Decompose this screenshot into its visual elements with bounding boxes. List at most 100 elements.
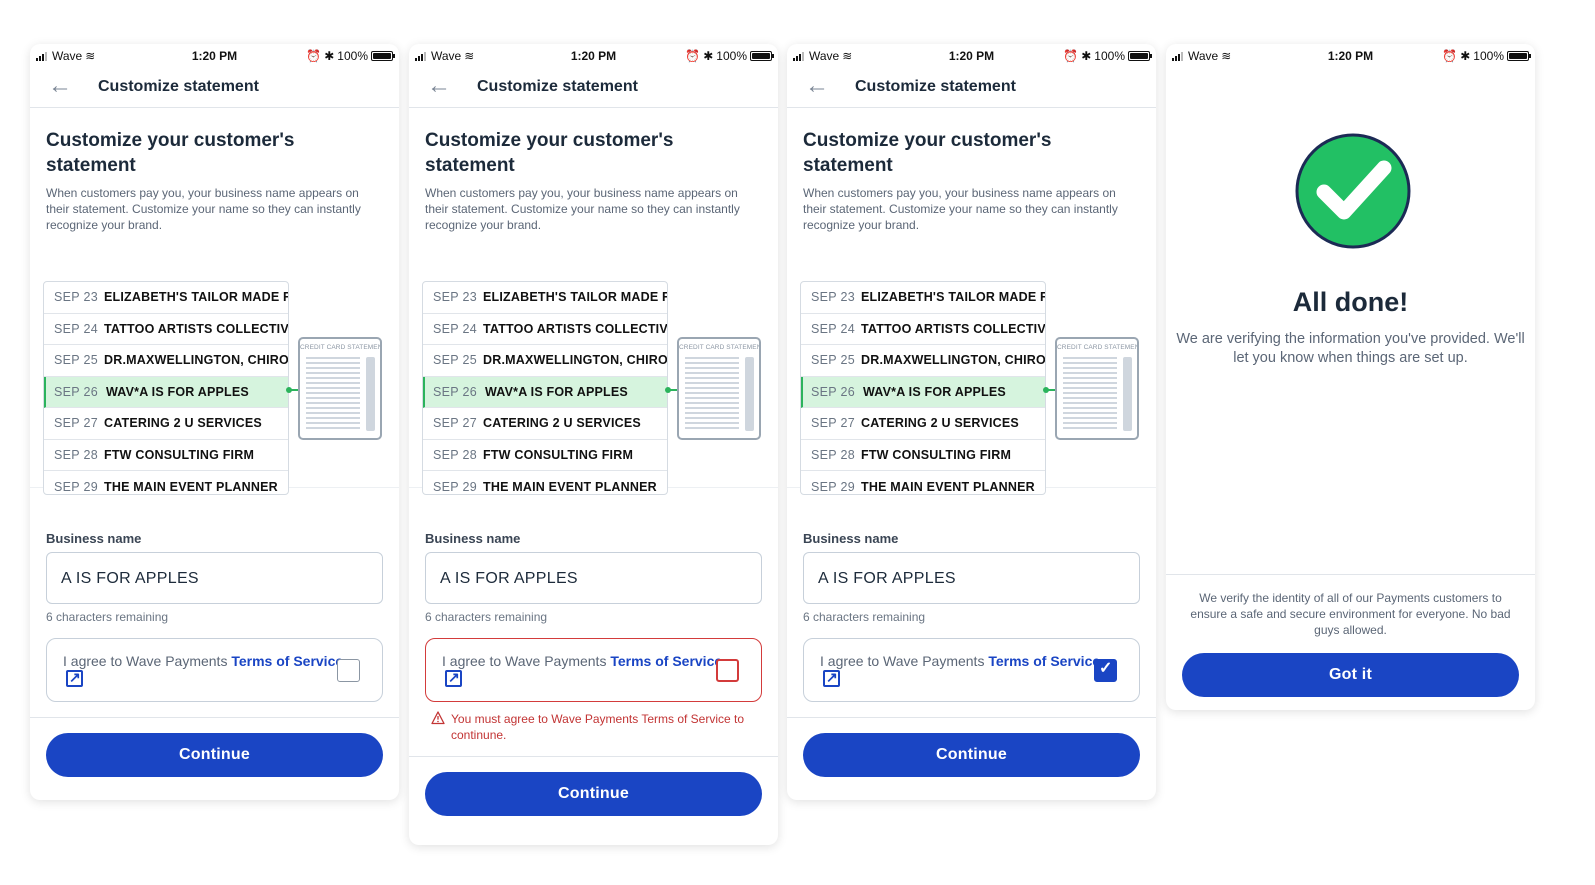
statement-row: SEP 24 TATTOO ARTISTS COLLECTIVE — [44, 314, 288, 345]
statement-list: SEP 23 ELIZABETH'S TAILOR MADE FA SEP 24 T… — [422, 281, 668, 495]
statement-row: SEP 29 THE MAIN EVENT PLANNER — [54, 479, 278, 494]
statement-row: SEP 24 TATTOO ARTISTS COLLECTIVE — [801, 314, 1045, 345]
status-bar: Wave ≋ 1:20 PM ⏰ ✱ 100% — [409, 44, 778, 68]
nav-title: Customize statement — [855, 78, 1016, 95]
terms-text: I agree to Wave Payments — [63, 653, 232, 669]
credit-card-statement-icon: CREDIT CARD STATEMENT — [677, 337, 761, 440]
nav-bar: ← Customize statement — [787, 68, 1156, 108]
bluetooth-icon: ✱ — [1081, 49, 1092, 63]
bluetooth-icon: ✱ — [324, 49, 335, 63]
statement-row: SEP 29 THE MAIN EVENT PLANNER — [811, 479, 1035, 494]
page-heading: Customize your customer's statement — [803, 130, 1052, 176]
battery-icon — [750, 51, 774, 61]
statement-row: SEP 27 CATERING 2 U SERVICES — [801, 408, 1045, 440]
nav-title: Customize statement — [477, 78, 638, 95]
credit-card-statement-icon: CREDIT CARD STATEMENT — [298, 337, 382, 440]
statement-row: SEP 23 ELIZABETH'S TAILOR MADE FA — [44, 282, 288, 314]
battery-label: 100% — [1094, 49, 1125, 63]
terms-error-message: You must agree to Wave Payments Terms of… — [425, 711, 762, 743]
terms-box: I agree to Wave Payments Terms of Servic… — [46, 638, 383, 702]
terms-text: I agree to Wave Payments — [442, 653, 611, 669]
card-label: CREDIT CARD STATEMENT — [679, 344, 759, 351]
status-bar: Wave ≋ 1:20 PM ⏰ ✱ 100% — [1166, 44, 1535, 68]
battery-icon — [1507, 51, 1531, 61]
bluetooth-icon: ✱ — [703, 49, 714, 63]
terms-box: I agree to Wave Payments Terms of Servic… — [803, 638, 1140, 702]
statement-row: SEP 27 CATERING 2 U SERVICES — [423, 408, 667, 440]
verification-note: We verify the identity of all of our Pay… — [1190, 591, 1511, 637]
error-text: You must agree to Wave Payments Terms of… — [451, 712, 745, 742]
alarm-icon: ⏰ — [1442, 49, 1458, 63]
status-bar: Wave ≋ 1:20 PM ⏰ ✱ 100% — [787, 44, 1156, 68]
statement-row: SEP 28 FTW CONSULTING FIRM — [423, 440, 667, 471]
statement-illustration: SEP 23 ELIZABETH'S TAILOR MADE FA SEP 24 T… — [787, 233, 1156, 495]
continue-button[interactable]: Continue — [425, 772, 762, 816]
statement-row: SEP 25 DR.MAXWELLINGTON, CHIRO — [423, 345, 667, 377]
business-name-label: Business name — [46, 531, 142, 546]
done-title: All done! — [1292, 287, 1409, 317]
battery-label: 100% — [1473, 49, 1504, 63]
statement-row: SEP 23 ELIZABETH'S TAILOR MADE FA — [423, 282, 667, 314]
external-link-icon[interactable] — [66, 668, 83, 687]
business-name-label: Business name — [425, 531, 521, 546]
statement-row: SEP 27 CATERING 2 U SERVICES — [44, 408, 288, 440]
terms-link[interactable]: Terms of Service. — [231, 653, 347, 669]
external-link-icon[interactable] — [823, 668, 840, 687]
back-arrow-icon[interactable]: ← — [427, 74, 451, 98]
screen-customize-default: Wave ≋ 1:20 PM ⏰ ✱ 100% ← Customize stateme… — [30, 44, 399, 800]
terms-checkbox[interactable] — [716, 659, 739, 682]
statement-row: SEP 25 DR.MAXWELLINGTON, CHIRO — [801, 345, 1045, 377]
card-label: CREDIT CARD STATEMENT — [300, 344, 380, 351]
page-description: When customers pay you, your business na… — [425, 186, 740, 232]
page-description: When customers pay you, your business na… — [803, 186, 1118, 232]
alarm-icon: ⏰ — [1063, 49, 1079, 63]
screen-customize-checked: Wave ≋ 1:20 PM ⏰ ✱ 100% ← Customize stateme… — [787, 44, 1156, 800]
battery-icon — [371, 51, 395, 61]
terms-checkbox[interactable] — [337, 659, 360, 682]
bluetooth-icon: ✱ — [1460, 49, 1471, 63]
status-bar: Wave ≋ 1:20 PM ⏰ ✱ 100% — [30, 44, 399, 68]
terms-checkbox-checked[interactable] — [1094, 659, 1117, 682]
statement-row-highlighted: SEP 26 WAV*A IS FOR APPLES — [423, 376, 667, 408]
screen-customize-error: Wave ≋ 1:20 PM ⏰ ✱ 100% ← Customize stateme… — [409, 44, 778, 845]
statement-row-highlighted: SEP 26 WAV*A IS FOR APPLES — [44, 376, 288, 408]
page-description: When customers pay you, your business na… — [46, 186, 361, 232]
characters-remaining: 6 characters remaining — [803, 610, 926, 624]
continue-button[interactable]: Continue — [46, 733, 383, 777]
nav-bar: ← Customize statement — [30, 68, 399, 108]
statement-list: SEP 23 ELIZABETH'S TAILOR MADE FA SEP 24 T… — [800, 281, 1046, 495]
page-heading: Customize your customer's statement — [425, 130, 674, 176]
success-check-icon — [1295, 133, 1411, 249]
page-heading: Customize your customer's statement — [46, 130, 295, 176]
business-name-input[interactable]: A IS FOR APPLES — [425, 552, 762, 604]
battery-label: 100% — [337, 49, 368, 63]
screen-all-done: Wave ≋ 1:20 PM ⏰ ✱ 100% All done! We are ve… — [1166, 44, 1535, 710]
statement-row-highlighted: SEP 26 WAV*A IS FOR APPLES — [801, 376, 1045, 408]
warning-icon — [431, 711, 445, 725]
nav-title: Customize statement — [98, 78, 259, 95]
back-arrow-icon[interactable]: ← — [48, 74, 72, 98]
characters-remaining: 6 characters remaining — [425, 610, 548, 624]
business-name-label: Business name — [803, 531, 899, 546]
terms-link[interactable]: Terms of Service. — [610, 653, 726, 669]
statement-list: SEP 23 ELIZABETH'S TAILOR MADE FA SEP 24 T… — [43, 281, 289, 495]
alarm-icon: ⏰ — [306, 49, 322, 63]
got-it-button[interactable]: Got it — [1182, 653, 1519, 697]
card-label: CREDIT CARD STATEMENT — [1057, 344, 1137, 351]
divider — [1166, 574, 1535, 575]
statement-row: SEP 29 THE MAIN EVENT PLANNER — [433, 479, 657, 494]
credit-card-statement-icon: CREDIT CARD STATEMENT — [1055, 337, 1139, 440]
statement-row: SEP 25 DR.MAXWELLINGTON, CHIRO — [44, 345, 288, 377]
statement-row: SEP 28 FTW CONSULTING FIRM — [801, 440, 1045, 471]
terms-box-error: I agree to Wave Payments Terms of Servic… — [425, 638, 762, 702]
done-message: We are verifying the information you've … — [1176, 331, 1525, 366]
back-arrow-icon[interactable]: ← — [805, 74, 829, 98]
terms-text: I agree to Wave Payments — [820, 653, 989, 669]
continue-button[interactable]: Continue — [803, 733, 1140, 777]
business-name-input[interactable]: A IS FOR APPLES — [46, 552, 383, 604]
nav-bar: ← Customize statement — [409, 68, 778, 108]
external-link-icon[interactable] — [445, 668, 462, 687]
statement-illustration: SEP 23 ELIZABETH'S TAILOR MADE FA SEP 24 T… — [409, 233, 778, 495]
business-name-input[interactable]: A IS FOR APPLES — [803, 552, 1140, 604]
terms-link[interactable]: Terms of Service. — [988, 653, 1104, 669]
